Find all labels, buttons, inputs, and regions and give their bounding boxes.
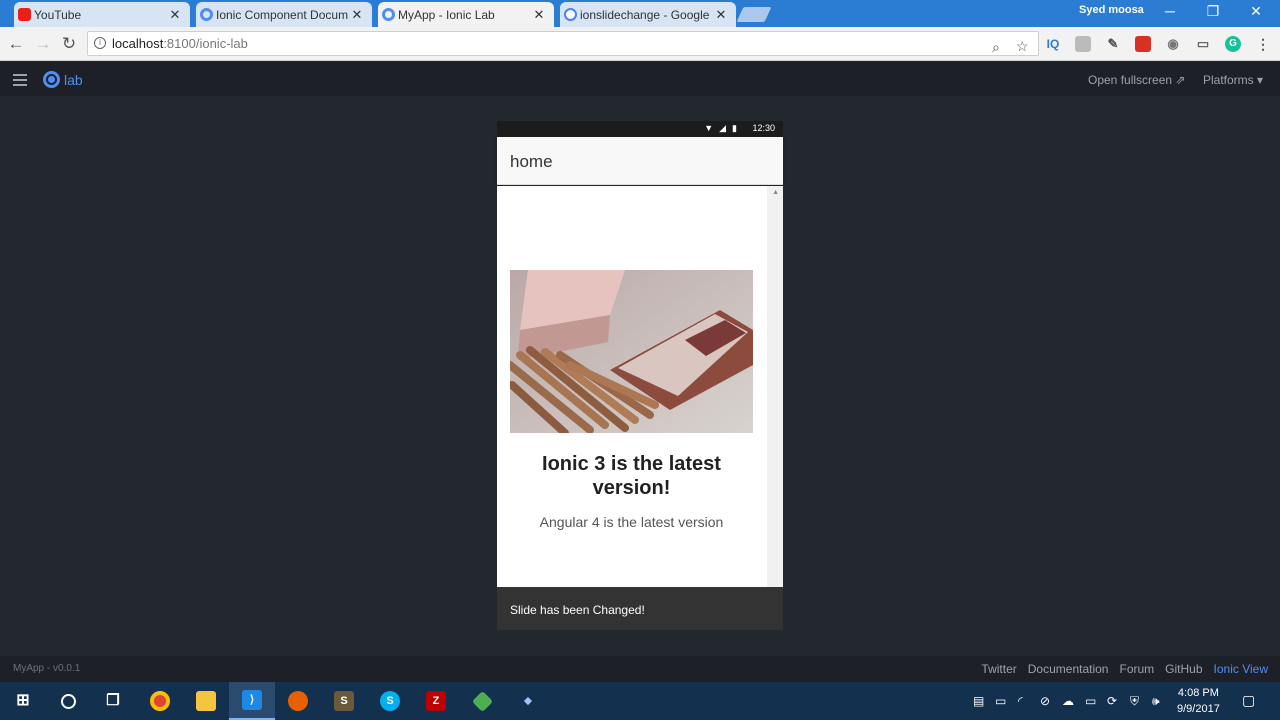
ionic-icon xyxy=(382,8,395,21)
url-host: localhost xyxy=(112,36,164,51)
clock-time: 4:08 PM xyxy=(1177,687,1219,699)
toast-message: Slide has been Changed! xyxy=(510,603,645,617)
git-icon[interactable] xyxy=(459,682,505,720)
task-view-icon[interactable]: ❐ xyxy=(90,682,136,720)
extension-iq-icon[interactable]: IQ xyxy=(1045,36,1061,52)
taskbar-clock[interactable]: 4:08 PM 9/9/2017 xyxy=(1177,685,1220,717)
app-version: MyApp - v0.0.1 xyxy=(13,663,81,674)
browser-tab-strip: YouTube ✕ Ionic Component Docum ✕ MyApp … xyxy=(0,0,1280,27)
minimize-icon[interactable]: ─ xyxy=(1155,3,1185,19)
slide-title: Ionic 3 is the latest version! xyxy=(542,453,721,499)
scrollbar[interactable]: ▲ xyxy=(767,186,783,587)
tab-title: Ionic Component Docum xyxy=(216,7,349,22)
address-bar[interactable]: i localhost:8100/ionic-lab ⌕ ☆ xyxy=(87,31,1039,56)
tray-network-icon[interactable]: ⊘ xyxy=(1040,694,1050,708)
restore-icon[interactable]: ❐ xyxy=(1198,3,1228,20)
ionic-lab-footer: MyApp - v0.0.1 Twitter Documentation For… xyxy=(0,656,1280,682)
ionic-icon xyxy=(200,8,213,21)
windows-taskbar: ⊞ ❐ ⟩ S S Z ⬥ ▤ ▭ ◜ ⊘ ☁ ▭ ⟳ ⛨ 🕪 4:08 PM … xyxy=(0,682,1280,720)
external-link-icon: ⇗ xyxy=(1175,73,1186,87)
close-icon[interactable]: ✕ xyxy=(714,7,728,23)
zoom-icon[interactable]: ⌕ xyxy=(992,36,1000,59)
lab-logo-text: lab xyxy=(64,72,83,88)
youtube-icon xyxy=(18,8,31,21)
tray-volume-icon[interactable]: 🕪 xyxy=(1152,694,1160,709)
skype-icon[interactable]: S xyxy=(367,682,413,720)
open-fullscreen-link[interactable]: Open fullscreen ⇗ xyxy=(1088,73,1185,87)
slide-image xyxy=(510,270,753,433)
terminal-icon[interactable]: ⬥ xyxy=(505,682,551,720)
tray-keyboard-icon[interactable]: ▭ xyxy=(995,694,1006,708)
tray-sync-icon[interactable]: ⟳ xyxy=(1107,694,1117,708)
extension-red-icon[interactable] xyxy=(1135,36,1151,52)
open-fullscreen-label: Open fullscreen xyxy=(1088,73,1173,87)
filezilla-icon[interactable]: Z xyxy=(413,682,459,720)
footer-link-ionic-view[interactable]: Ionic View xyxy=(1214,662,1268,676)
platforms-label: Platforms xyxy=(1203,73,1254,87)
firefox-icon[interactable] xyxy=(275,682,321,720)
footer-links: Twitter Documentation Forum GitHub Ionic… xyxy=(981,662,1268,676)
tab-title: YouTube xyxy=(34,7,82,22)
tray-battery-icon[interactable]: ▭ xyxy=(1085,694,1096,708)
google-icon xyxy=(564,8,577,21)
menu-kebab-icon[interactable]: ⋮ xyxy=(1255,36,1271,52)
slide-subtitle: Angular 4 is the latest version xyxy=(539,514,724,530)
scroll-up-arrow-icon[interactable]: ▲ xyxy=(772,189,779,196)
platforms-dropdown[interactable]: Platforms ▾ xyxy=(1203,73,1263,87)
app-header: home xyxy=(497,137,783,185)
device-status-bar: ▼◢▮ 12:30 xyxy=(497,121,783,137)
tab-ionic-docs[interactable]: Ionic Component Docum ✕ xyxy=(196,2,372,27)
extension-gray-icon[interactable] xyxy=(1075,36,1091,52)
tray-onedrive-icon[interactable]: ☁ xyxy=(1062,694,1074,708)
ionic-logo-icon xyxy=(43,71,60,88)
tab-youtube[interactable]: YouTube ✕ xyxy=(14,2,190,27)
reload-icon[interactable]: ↻ xyxy=(58,33,80,55)
device-time: 12:30 xyxy=(752,123,775,133)
tray-taskmgr-icon[interactable]: ▤ xyxy=(973,694,984,708)
close-icon[interactable]: ✕ xyxy=(168,7,182,23)
chrome-icon[interactable] xyxy=(137,682,183,720)
caret-down-icon: ▾ xyxy=(1257,73,1264,87)
browser-toolbar: ← → ↻ i localhost:8100/ionic-lab ⌕ ☆ IQ … xyxy=(0,27,1280,61)
tray-wifi-icon[interactable]: ◜ xyxy=(1018,694,1023,708)
tab-google-search[interactable]: ionslidechange - Google ✕ xyxy=(560,2,736,27)
toast-notification: Slide has been Changed! xyxy=(497,587,783,630)
windows-start-icon[interactable]: ⊞ xyxy=(0,682,46,720)
cast-icon[interactable]: ▭ xyxy=(1195,36,1211,52)
footer-link-documentation[interactable]: Documentation xyxy=(1028,662,1109,676)
footer-link-forum[interactable]: Forum xyxy=(1119,662,1154,676)
vscode-icon[interactable]: ⟩ xyxy=(229,682,275,720)
camera-icon[interactable]: ◉ xyxy=(1165,36,1181,52)
close-window-icon[interactable]: ✕ xyxy=(1241,3,1271,20)
ionic-lab-header: lab Open fullscreen ⇗ Platforms ▾ xyxy=(0,62,1280,96)
close-icon[interactable]: ✕ xyxy=(532,7,546,23)
tab-title: MyApp - Ionic Lab xyxy=(398,7,495,22)
footer-link-github[interactable]: GitHub xyxy=(1165,662,1202,676)
new-tab-button[interactable] xyxy=(736,7,772,22)
forward-icon[interactable]: → xyxy=(32,33,54,55)
profile-name[interactable]: Syed moosa xyxy=(1079,4,1144,16)
file-explorer-icon[interactable] xyxy=(183,682,229,720)
grammarly-icon[interactable]: G xyxy=(1225,36,1241,52)
tab-title: ionslidechange - Google xyxy=(580,7,710,22)
close-icon[interactable]: ✕ xyxy=(350,7,364,23)
page-title: home xyxy=(510,152,553,171)
bookmark-star-icon[interactable]: ☆ xyxy=(1016,35,1029,58)
tray-shield-icon[interactable]: ⛨ xyxy=(1130,694,1139,709)
cortana-search-icon[interactable] xyxy=(45,682,91,720)
info-icon[interactable]: i xyxy=(94,37,106,49)
eyedropper-icon[interactable]: ✎ xyxy=(1105,36,1121,52)
action-center-icon[interactable]: ▢ xyxy=(1242,692,1255,709)
tab-ionic-lab[interactable]: MyApp - Ionic Lab ✕ xyxy=(378,2,554,27)
sublime-text-icon[interactable]: S xyxy=(321,682,367,720)
app-content[interactable]: ▲ Ionic 3 is the latest version! Angular… xyxy=(497,186,783,587)
footer-link-twitter[interactable]: Twitter xyxy=(981,662,1016,676)
url-path: :8100/ionic-lab xyxy=(163,36,248,51)
back-icon[interactable]: ← xyxy=(5,33,27,55)
hamburger-menu-icon[interactable] xyxy=(13,74,27,89)
clock-date: 9/9/2017 xyxy=(1177,703,1220,715)
signal-battery-icons: ▼◢▮ xyxy=(704,123,743,133)
